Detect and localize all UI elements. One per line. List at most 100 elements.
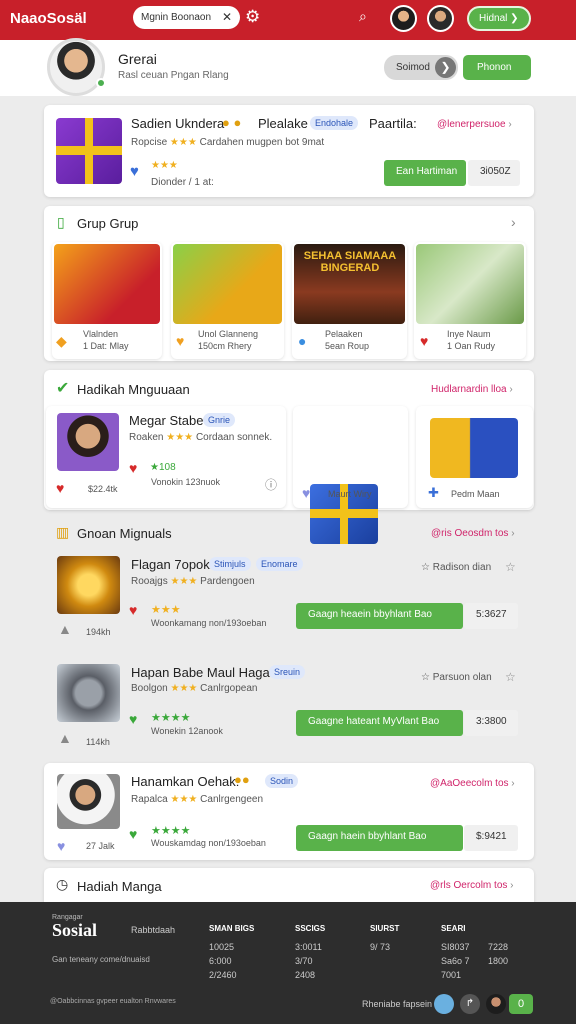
bottom-link-text: @rls Oercolm tos <box>430 880 508 891</box>
hadiah-item-label: Maurt Wiry <box>328 489 372 499</box>
footer-col-value[interactable]: 7001 <box>441 968 461 982</box>
profile-name: Grerai <box>118 51 157 67</box>
third-card-percent: $:9421 <box>464 825 518 851</box>
heart-icon: ♥ <box>56 480 65 496</box>
featured-link[interactable]: @lenerpersuoe › <box>437 119 512 130</box>
footer-col-value[interactable]: 7228 <box>488 940 508 954</box>
footer-col-value[interactable]: 2408 <box>295 968 315 982</box>
lock-icon: ▲ <box>58 730 72 746</box>
secondary-label: Soimod <box>396 62 430 73</box>
footer-col-value[interactable]: 10025 <box>209 940 234 954</box>
footer-about[interactable]: Rabbtdaah <box>131 925 175 935</box>
footer-avatar[interactable] <box>486 994 506 1014</box>
online-indicator <box>96 78 106 88</box>
secondary-button[interactable]: Soimod ❯ <box>384 55 458 80</box>
featured-sub: Dionder / 1 at: <box>151 177 214 188</box>
chevron-right-icon: ❯ <box>510 13 519 24</box>
heart-icon[interactable]: ♥ <box>129 602 137 618</box>
third-card-link[interactable]: @AaOeecolm tos › <box>430 778 515 789</box>
hadiah-card-rating: Roaken ★★★ Cordaan sonnek. <box>129 432 272 443</box>
info-icon[interactable]: ⓘ <box>265 476 277 493</box>
list-item-side[interactable]: ☆ Parsuon olan <box>421 672 492 683</box>
primary-button[interactable]: Phonon <box>463 55 531 80</box>
heart-icon: ♥ <box>302 485 311 501</box>
heart-icon: ♥ <box>57 838 66 854</box>
star-outline-icon[interactable]: ☆ <box>505 560 516 574</box>
top-action-label: Hidnal <box>479 13 508 24</box>
heart-icon[interactable]: ♥ <box>129 711 137 727</box>
avatar[interactable] <box>390 5 417 32</box>
list-item-action-button[interactable]: Gaagne hateant MyVlant Bao <box>296 710 463 736</box>
footer-user[interactable]: Rheniabe fapsein <box>362 999 432 1009</box>
chevron-right-icon[interactable]: › <box>511 214 516 230</box>
star-rating-icon: ★★★ <box>151 604 181 616</box>
list-item-rating: Boolgon ★★★ Canlrgopean <box>131 683 257 694</box>
hadiah-link[interactable]: Hudlarnardin lloa › <box>431 384 513 395</box>
footer-col-value[interactable]: 6:000 <box>209 954 232 968</box>
footer-col-heading: SMAN BIGS <box>209 924 255 933</box>
footer-col-value[interactable]: SI8037 <box>441 940 470 954</box>
footer-col-value[interactable]: Sa6o 7 <box>441 954 470 968</box>
footer-copyright: @Oabbcinnas gvpeer eualton Rnvwares <box>50 998 176 1005</box>
footer-avatar[interactable] <box>434 994 454 1014</box>
list-item-side-text: Radison dian <box>432 562 492 573</box>
bottom-link[interactable]: @rls Oercolm tos › <box>430 880 514 891</box>
list-item-title: Hapan Babe Maul Hagaa <box>131 665 277 680</box>
footer-col-value[interactable]: 1800 <box>488 954 508 968</box>
coin-icon: ●● <box>234 772 250 787</box>
chevron-right-icon: › <box>509 384 513 395</box>
brand-logo[interactable]: NaaoSosäl <box>10 10 87 27</box>
search-icon[interactable]: ⌕ <box>359 8 367 25</box>
heart-icon[interactable]: ♥ <box>129 826 137 842</box>
hadiah-card-likes: ★108 <box>150 462 176 473</box>
hadiah-link-text: Hudlarnardin lloa <box>431 384 507 395</box>
list-item-tag: Sreuin <box>269 665 306 679</box>
list-item-action-button[interactable]: Gaagn heaein bbyhlant Bao <box>296 603 463 629</box>
third-card-count: 27 Jalk <box>86 841 115 851</box>
hadiah-card-tag: Gnrie <box>203 413 236 427</box>
profile-avatar[interactable] <box>47 38 105 96</box>
rating-label: Roaken <box>129 432 164 443</box>
list-item-image <box>57 664 120 722</box>
hearty-icon: ◆ <box>56 333 67 349</box>
list-item-tag: Enomare <box>256 557 303 571</box>
list-item-side[interactable]: ☆ Radison dian <box>421 562 491 573</box>
hadiah-avatar <box>57 413 119 471</box>
list-item-count: 114kh <box>86 737 110 747</box>
star-rating-icon: ★★★ <box>170 794 198 805</box>
rating-label: Boolgon <box>131 683 168 694</box>
footer-col-value[interactable]: 9/ 73 <box>370 940 390 954</box>
gear-icon[interactable]: ⚙ <box>245 7 260 27</box>
list-item-meta: Canlrgopean <box>200 683 258 694</box>
group-item-title: Unol Glanneng <box>198 329 259 339</box>
status-badge[interactable]: 0 <box>509 994 533 1014</box>
gnoan-link[interactable]: @ris Oeosdm tos › <box>431 528 515 539</box>
third-card-action-button[interactable]: Gaagn haein bbyhlant Bao <box>296 825 463 851</box>
avatar[interactable] <box>427 5 454 32</box>
top-action-button[interactable]: Hidnal ❯ <box>467 6 531 31</box>
search-input[interactable]: Mgnin Boonaon ✕ <box>133 6 240 29</box>
group-item-title: Inye Naum <box>447 329 491 339</box>
footer-col-value[interactable]: 2/2460 <box>209 968 237 982</box>
footer-col-heading: SIURST <box>370 924 400 933</box>
footer-brand[interactable]: Sosial <box>52 920 97 941</box>
footer-col-value[interactable]: 3/70 <box>295 954 313 968</box>
heart-icon[interactable]: ♥ <box>130 163 139 180</box>
clear-icon[interactable]: ✕ <box>222 10 232 24</box>
list-item-percent: 5:3627 <box>464 603 518 629</box>
group-item-title: Pelaaken <box>325 329 363 339</box>
featured-action-button[interactable]: Ean Hartiman <box>384 160 466 186</box>
rating-label: Ropcise <box>131 137 168 148</box>
featured-title: Sadien Ukndera <box>131 116 225 131</box>
hadiah-card-amount: $22.4tk <box>88 484 118 494</box>
group-item-image <box>54 244 160 324</box>
arrow-icon[interactable]: ↱ <box>460 994 480 1014</box>
arrow-right-icon: ❯ <box>435 57 456 78</box>
star-outline-icon[interactable]: ☆ <box>505 670 516 684</box>
chevron-right-icon: › <box>511 528 515 539</box>
group-item-sub: 1 Oan Rudy <box>447 341 496 351</box>
group-title: Grup Grup <box>77 216 139 231</box>
star-rating-icon: ★★★ <box>169 137 197 148</box>
footer-col-value[interactable]: 3:0011 <box>295 940 322 954</box>
heart-icon[interactable]: ♥ <box>129 460 137 476</box>
